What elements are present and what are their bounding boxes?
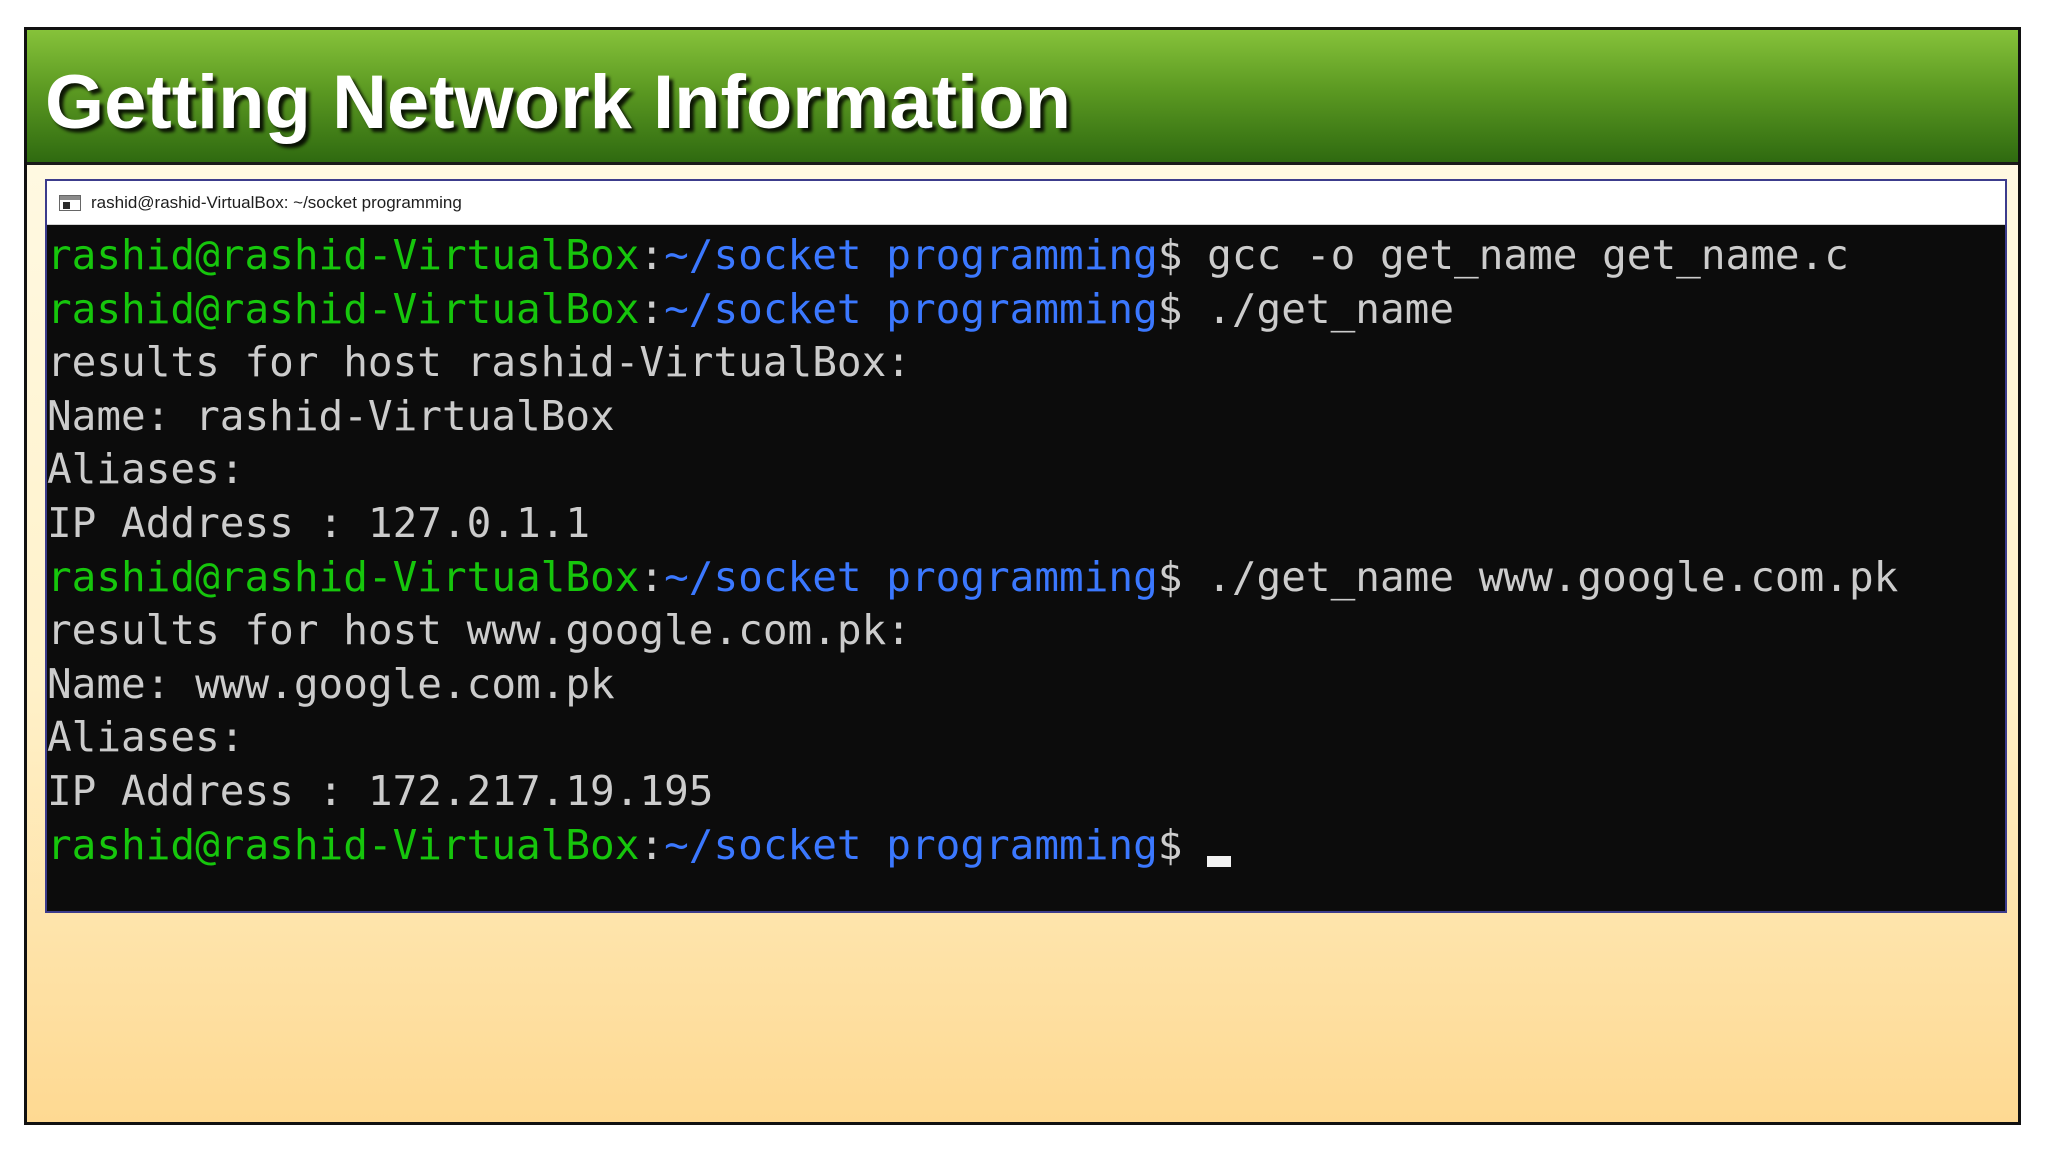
prompt-user-host: rashid@rashid-VirtualBox (47, 231, 640, 279)
prompt-user-host: rashid@rashid-VirtualBox (47, 284, 640, 333)
terminal-cursor (1207, 855, 1232, 867)
prompt-path: ~/socket programming (664, 231, 1158, 279)
terminal-titlebar[interactable]: rashid@rashid-VirtualBox: ~/socket progr… (47, 181, 2005, 225)
terminal-output[interactable]: rashid@rashid-VirtualBox:~/socket progra… (47, 225, 2005, 872)
prompt-path: ~/socket programming (664, 820, 1158, 869)
prompt-symbol: $ (1157, 284, 1183, 333)
prompt-command: ./get_name www.google.com.pk (1207, 552, 1899, 601)
terminal-output-line: results for host www.google.com.pk: (47, 606, 911, 655)
prompt-symbol: $ (1157, 820, 1183, 869)
terminal-output-line: Name: www.google.com.pk (47, 659, 615, 708)
terminal-output-line: Aliases: (47, 445, 245, 494)
slide-title-bar: Getting Network Information (27, 30, 2018, 165)
prompt-separator: : (639, 552, 665, 601)
terminal-window-title: rashid@rashid-VirtualBox: ~/socket progr… (91, 192, 462, 212)
prompt-path: ~/socket programming (664, 552, 1158, 601)
terminal-output-line: IP Address : 127.0.1.1 (47, 498, 591, 547)
prompt-user-host: rashid@rashid-VirtualBox (47, 820, 640, 869)
terminal-icon (59, 194, 81, 211)
terminal-window[interactable]: rashid@rashid-VirtualBox: ~/socket progr… (45, 179, 2007, 913)
prompt-user-host: rashid@rashid-VirtualBox (47, 552, 640, 601)
terminal-output-line: IP Address : 172.217.19.195 (47, 766, 714, 815)
slide-title: Getting Network Information (45, 60, 1071, 145)
prompt-separator: : (639, 820, 665, 869)
prompt-command: ./get_name (1207, 284, 1455, 333)
terminal-output-line: Aliases: (47, 713, 245, 762)
prompt-symbol: $ (1157, 552, 1183, 601)
terminal-prompt-line: rashid@rashid-VirtualBox:~/socket progra… (47, 229, 2005, 283)
slide: Getting Network Information rashid@rashi… (24, 27, 2021, 1125)
prompt-separator: : (639, 231, 665, 279)
terminal-prompt-line: rashid@rashid-VirtualBox:~/socket progra… (47, 283, 2005, 337)
prompt-command: gcc -o get_name get_name.c (1207, 231, 1849, 279)
terminal-prompt-line: rashid@rashid-VirtualBox:~/socket progra… (47, 551, 2005, 605)
prompt-symbol: $ (1157, 231, 1183, 279)
terminal-output-line: Name: rashid-VirtualBox (47, 391, 615, 440)
terminal-output-line: results for host rashid-VirtualBox: (47, 338, 911, 387)
prompt-separator: : (639, 284, 665, 333)
prompt-path: ~/socket programming (664, 284, 1158, 333)
terminal-prompt-line: rashid@rashid-VirtualBox:~/socket progra… (47, 819, 2005, 873)
